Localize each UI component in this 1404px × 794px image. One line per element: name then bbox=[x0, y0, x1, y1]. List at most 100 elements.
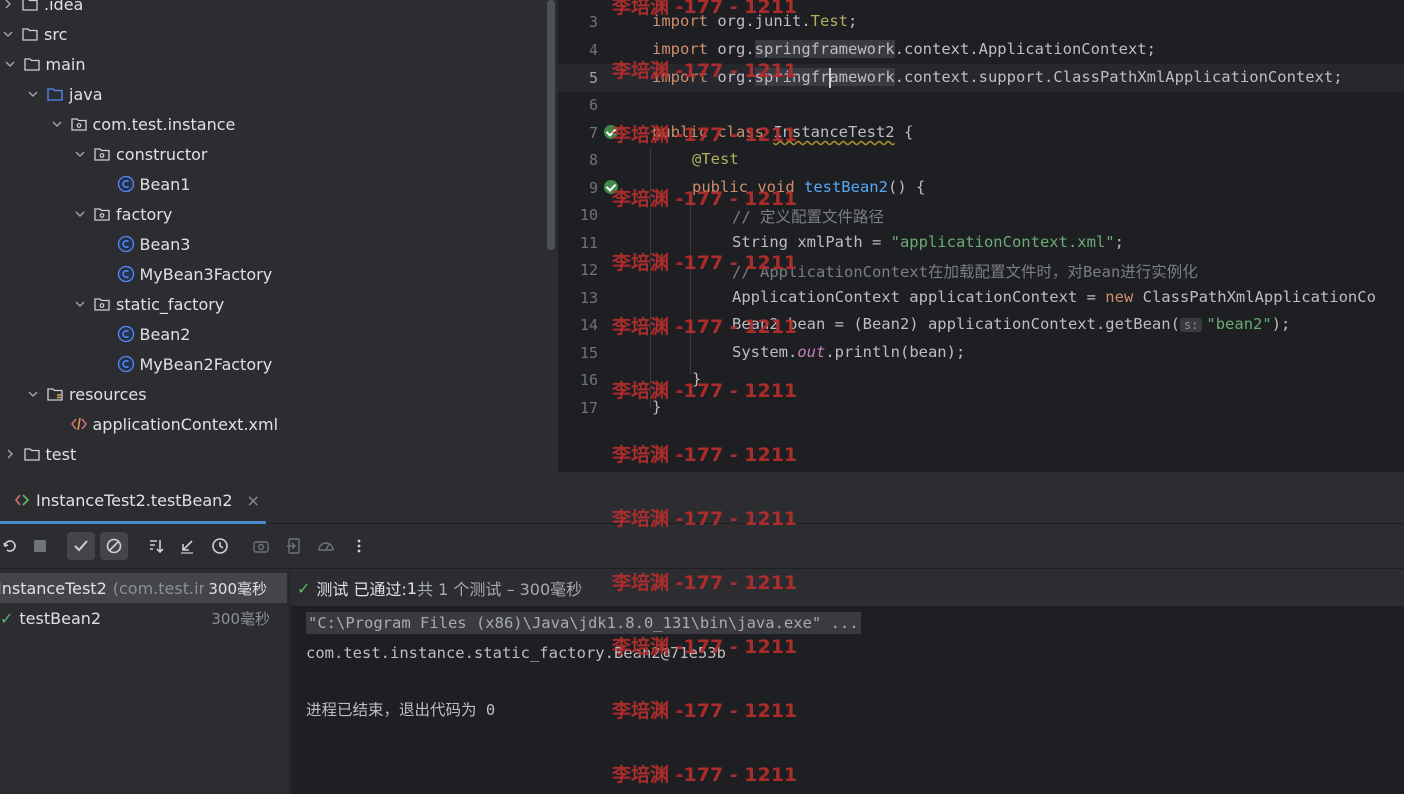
tree-item-mybean2factory[interactable]: MyBean2Factory bbox=[0, 349, 546, 379]
chevron-right-icon[interactable] bbox=[2, 446, 18, 462]
junit-run-icon bbox=[12, 490, 32, 510]
line-number: 9 bbox=[588, 179, 598, 197]
tree-item-label: applicationContext.xml bbox=[92, 414, 279, 434]
tree-item-mybean3factory[interactable]: MyBean3Factory bbox=[0, 259, 546, 289]
folder-icon bbox=[22, 54, 42, 74]
rerun-icon[interactable] bbox=[0, 532, 24, 560]
line-number: 11 bbox=[579, 234, 598, 252]
tree-item-label: src bbox=[44, 24, 68, 44]
run-test-class-icon[interactable] bbox=[604, 125, 618, 139]
tree-item-bean3[interactable]: Bean3 bbox=[0, 229, 546, 259]
tree-item-label: Bean1 bbox=[139, 174, 191, 194]
chevron-right-icon[interactable] bbox=[0, 0, 16, 12]
show-passed-icon[interactable] bbox=[67, 532, 95, 560]
show-ignored-icon[interactable] bbox=[100, 532, 128, 560]
tree-item-constructor[interactable]: constructor bbox=[0, 139, 546, 169]
run-test-method-icon[interactable] bbox=[604, 180, 618, 194]
tree-item-applicationcontext-xml[interactable]: applicationContext.xml bbox=[0, 409, 546, 439]
code-line-16: } bbox=[692, 370, 702, 388]
code-line-12: // ApplicationContext在加载配置文件时，对Bean进行实例化 bbox=[732, 263, 1198, 281]
class-icon bbox=[116, 174, 136, 194]
code-line-11: String xmlPath = "applicationContext.xml… bbox=[732, 233, 1124, 251]
tree-item-label: java bbox=[69, 84, 103, 104]
close-tab-icon[interactable]: × bbox=[247, 491, 260, 510]
tree-item-bean1[interactable]: Bean1 bbox=[0, 169, 546, 199]
tree-item-idea[interactable]: .idea bbox=[0, 0, 546, 19]
line-number: 7 bbox=[588, 124, 598, 142]
test-method-row[interactable]: ✓ testBean2 300毫秒 bbox=[0, 603, 290, 633]
source-folder-icon bbox=[45, 84, 65, 104]
line-number: 17 bbox=[579, 399, 598, 417]
code-line-3: import org.junit.Test; bbox=[652, 12, 858, 30]
collapse-icon[interactable] bbox=[173, 532, 201, 560]
test-class-row[interactable]: InstanceTest2 (com.test.inst 300毫秒 bbox=[0, 573, 287, 603]
code-line-15: System.out.println(bean); bbox=[732, 343, 966, 361]
test-class-label: InstanceTest2 bbox=[0, 578, 107, 598]
test-method-label: testBean2 bbox=[19, 608, 102, 628]
project-tree: .idea src main java com.test.instance constru… bbox=[0, 0, 558, 472]
tree-item-com-test-instance[interactable]: com.test.instance bbox=[0, 109, 546, 139]
tree-item-factory[interactable]: factory bbox=[0, 199, 546, 229]
line-number: 3 bbox=[588, 13, 598, 31]
chevron-down-icon[interactable] bbox=[49, 116, 65, 132]
export-icon[interactable] bbox=[280, 532, 308, 560]
tree-item-label: Bean2 bbox=[139, 324, 191, 344]
test-status-bar: ✓ 测试 已通过: 1 共 1 个测试 – 300毫秒 bbox=[291, 570, 1404, 606]
line-number: 12 bbox=[579, 261, 598, 279]
status-summary: 共 1 个测试 – 300毫秒 bbox=[417, 580, 583, 599]
console-output-line: com.test.instance.static_factory.Bean2@7… bbox=[306, 644, 726, 662]
parameter-hint: s: bbox=[1179, 318, 1203, 332]
chevron-down-icon[interactable] bbox=[25, 86, 41, 102]
code-line-9: public void testBean2() { bbox=[692, 178, 926, 196]
code-line-10: // 定义配置文件路径 bbox=[732, 208, 884, 226]
code-line-13: ApplicationContext applicationContext = … bbox=[732, 288, 1376, 306]
console-command-line[interactable]: "C:\Program Files (x86)\Java\jdk1.8.0_13… bbox=[306, 612, 861, 634]
more-icon[interactable] bbox=[345, 532, 373, 560]
code-line-8: @Test bbox=[692, 150, 739, 168]
code-editor[interactable]: 3 4 5 6 7 8 9 10 11 12 13 14 15 16 17 import org.junit… bbox=[558, 0, 1404, 472]
console-output[interactable]: ✓ 测试 已通过: 1 共 1 个测试 – 300毫秒 "C:\Program … bbox=[291, 570, 1404, 794]
tree-item-label: MyBean2Factory bbox=[139, 354, 273, 374]
line-number: 15 bbox=[579, 344, 598, 362]
line-number: 13 bbox=[579, 289, 598, 307]
speed-icon[interactable] bbox=[312, 532, 340, 560]
tree-item-label: main bbox=[45, 54, 86, 74]
chevron-down-icon[interactable] bbox=[72, 296, 88, 312]
indent-guide bbox=[690, 204, 691, 374]
chevron-down-icon[interactable] bbox=[72, 206, 88, 222]
chevron-down-icon[interactable] bbox=[25, 386, 41, 402]
line-number: 16 bbox=[579, 371, 598, 389]
tree-item-main[interactable]: main bbox=[0, 49, 546, 79]
tree-item-label: constructor bbox=[116, 144, 208, 164]
history-icon[interactable] bbox=[206, 532, 234, 560]
chevron-down-icon[interactable] bbox=[72, 146, 88, 162]
tree-item-java[interactable]: java bbox=[0, 79, 546, 109]
class-icon bbox=[116, 324, 136, 344]
package-icon bbox=[92, 204, 112, 224]
tree-item-resources[interactable]: resources bbox=[0, 379, 546, 409]
tree-item-src[interactable]: src bbox=[0, 19, 546, 49]
tree-item-label: .idea bbox=[44, 0, 84, 14]
tree-item-bean2[interactable]: Bean2 bbox=[0, 319, 546, 349]
sort-icon[interactable] bbox=[142, 532, 170, 560]
camera-icon[interactable] bbox=[247, 532, 275, 560]
tree-scrollbar[interactable] bbox=[547, 0, 555, 250]
chevron-down-icon[interactable] bbox=[0, 26, 16, 42]
class-icon bbox=[116, 354, 136, 374]
tree-item-static-factory[interactable]: static_factory bbox=[0, 289, 546, 319]
tree-item-label: resources bbox=[69, 384, 147, 404]
code-line-5: import org.springframework.context.suppo… bbox=[652, 68, 1343, 86]
chevron-down-icon[interactable] bbox=[2, 56, 18, 72]
folder-icon bbox=[20, 24, 40, 44]
stop-icon[interactable] bbox=[26, 532, 54, 560]
code-line-7: public class InstanceTest2 { bbox=[652, 123, 914, 141]
run-tab[interactable]: InstanceTest2.testBean2 × bbox=[0, 484, 260, 516]
tree-item-test[interactable]: test bbox=[0, 439, 546, 469]
run-tool-window: InstanceTest2.testBean2 × InstanceTest2 … bbox=[0, 472, 1404, 794]
test-class-time: 300毫秒 bbox=[204, 577, 267, 599]
